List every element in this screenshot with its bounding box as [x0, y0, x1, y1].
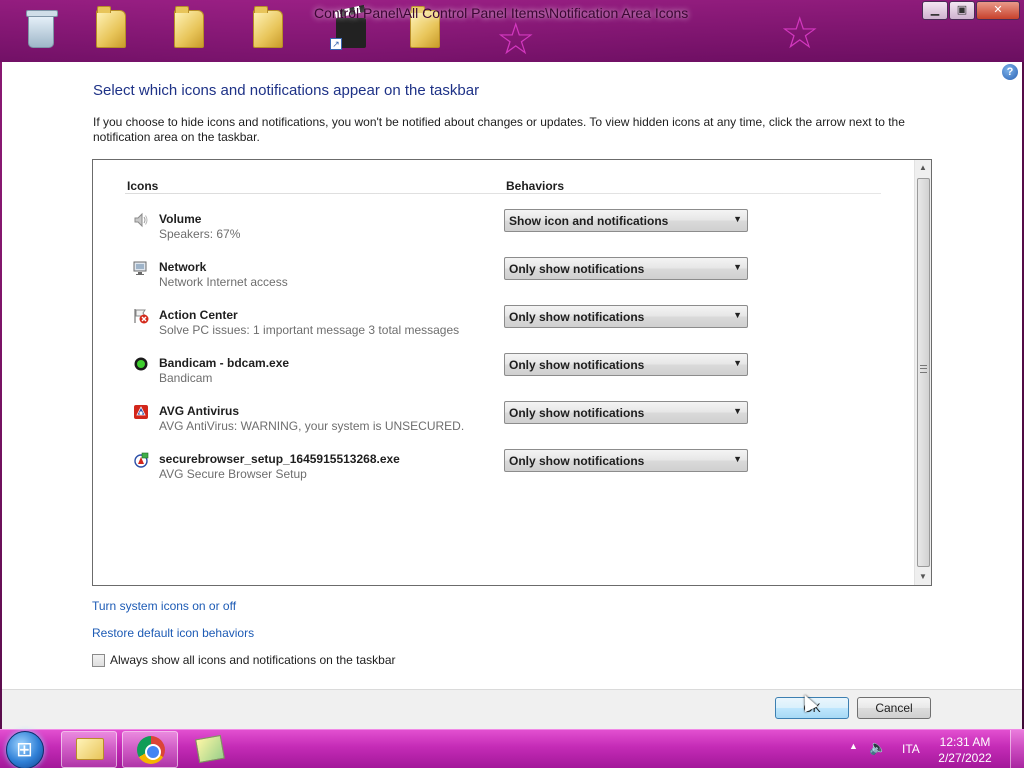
star-decoration: ☆	[780, 9, 820, 58]
behavior-dropdown-value: Only show notifications	[509, 358, 645, 372]
folder-icon[interactable]	[171, 6, 205, 52]
always-show-all-label: Always show all icons and notifications …	[110, 653, 396, 667]
list-item: Network Network Internet access Only sho…	[93, 257, 913, 304]
taskbar-chrome-button[interactable]	[122, 731, 178, 768]
folder-icon[interactable]	[93, 6, 127, 52]
column-header-icons: Icons	[127, 179, 159, 193]
header-divider	[125, 193, 881, 194]
row-description: Bandicam	[159, 371, 213, 385]
dialog-button-bar: OK Cancel	[2, 689, 1022, 729]
bandicam-record-icon	[133, 356, 149, 372]
row-description: Speakers: 67%	[159, 227, 241, 241]
row-description: AVG Secure Browser Setup	[159, 467, 307, 481]
intro-description: If you choose to hide icons and notifica…	[93, 115, 905, 144]
row-name: securebrowser_setup_1645915513268.exe	[159, 452, 400, 466]
behavior-dropdown-value: Show icon and notifications	[509, 214, 669, 228]
behavior-dropdown-value: Only show notifications	[509, 262, 645, 276]
star-decoration: ☆	[496, 15, 536, 64]
behavior-dropdown[interactable]: Only show notifications ▼	[504, 353, 748, 376]
list-item: Bandicam - bdcam.exe Bandicam Only show …	[93, 353, 913, 400]
behavior-dropdown-value: Only show notifications	[509, 406, 645, 420]
list-item: Volume Speakers: 67% Show icon and notif…	[93, 209, 913, 256]
behavior-dropdown[interactable]: Only show notifications ▼	[504, 401, 748, 424]
shortcut-arrow-icon: ↗	[330, 38, 342, 50]
clock-date: 2/27/2022	[938, 751, 992, 765]
list-item: securebrowser_setup_1645915513268.exe AV…	[93, 449, 913, 496]
volume-tray-icon[interactable]: 🔈	[869, 739, 886, 756]
icons-behaviors-list: Icons Behaviors Volume Speakers: 67% Sho…	[92, 159, 932, 586]
show-desktop-button[interactable]	[1010, 730, 1024, 768]
window-title: Control Panel\All Control Panel Items\No…	[314, 5, 689, 21]
row-name: AVG Antivirus	[159, 404, 240, 418]
recycle-bin-icon[interactable]	[22, 6, 58, 52]
behavior-dropdown[interactable]: Only show notifications ▼	[504, 257, 748, 280]
scroll-grip-icon	[920, 365, 927, 373]
sticky-notes-icon	[195, 734, 225, 764]
list-scrollbar[interactable]: ▲ ▼	[914, 160, 931, 585]
taskbar-sticky-notes-button[interactable]	[183, 731, 239, 768]
dropdown-arrow-icon: ▼	[733, 262, 742, 272]
row-name: Volume	[159, 212, 202, 226]
folder-icon[interactable]	[250, 6, 284, 52]
behavior-dropdown-value: Only show notifications	[509, 310, 645, 324]
scroll-down-arrow-icon[interactable]: ▼	[915, 569, 931, 585]
row-name: Network	[159, 260, 207, 274]
windows-explorer-icon	[76, 738, 104, 760]
behavior-dropdown[interactable]: Only show notifications ▼	[504, 449, 748, 472]
dropdown-arrow-icon: ▼	[733, 454, 742, 464]
start-button[interactable]	[6, 731, 44, 768]
always-show-all-option[interactable]: Always show all icons and notifications …	[92, 653, 396, 667]
action-center-flag-icon	[133, 308, 149, 324]
behavior-dropdown[interactable]: Show icon and notifications ▼	[504, 209, 748, 232]
maximize-button[interactable]: ▣	[949, 1, 975, 20]
window-titlebar[interactable]: ☆ ☆ ↗ Control Panel\All Control Panel It…	[0, 0, 1024, 62]
row-name: Bandicam - bdcam.exe	[159, 356, 290, 370]
cancel-button[interactable]: Cancel	[857, 697, 931, 719]
scroll-thumb[interactable]	[917, 178, 930, 567]
help-icon[interactable]: ?	[1002, 64, 1018, 80]
scroll-up-arrow-icon[interactable]: ▲	[915, 160, 931, 176]
speaker-icon	[133, 212, 149, 228]
turn-system-icons-link[interactable]: Turn system icons on or off	[92, 599, 236, 613]
always-show-all-checkbox[interactable]	[92, 653, 105, 667]
dropdown-arrow-icon: ▼	[733, 406, 742, 416]
row-description: Solve PC issues: 1 important message 3 t…	[159, 323, 460, 337]
column-header-behaviors: Behaviors	[506, 179, 565, 193]
taskbar: ▲ 🔈 ITA 12:31 AM 2/27/2022	[0, 729, 1024, 768]
network-icon	[133, 260, 149, 276]
dropdown-arrow-icon: ▼	[733, 214, 742, 224]
list-item: Action Center Solve PC issues: 1 importa…	[93, 305, 913, 352]
restore-default-behaviors-link[interactable]: Restore default icon behaviors	[92, 626, 254, 640]
avg-secure-browser-icon	[133, 452, 149, 468]
minimize-button[interactable]: ▁	[922, 1, 948, 20]
row-description: Network Internet access	[159, 275, 288, 289]
row-name: Action Center	[159, 308, 238, 322]
show-hidden-icons-arrow-icon[interactable]: ▲	[849, 741, 858, 751]
behavior-dropdown-value: Only show notifications	[509, 454, 645, 468]
clock-time: 12:31 AM	[939, 735, 991, 749]
chrome-icon	[137, 736, 165, 764]
clock[interactable]: 12:31 AM 2/27/2022	[930, 734, 1000, 766]
dropdown-arrow-icon: ▼	[733, 310, 742, 320]
window-controls: ▁ ▣ ✕	[922, 1, 1020, 20]
avg-antivirus-icon	[133, 404, 149, 420]
input-language-indicator[interactable]: ITA	[902, 742, 920, 756]
list-item: AVG Antivirus AVG AntiVirus: WARNING, yo…	[93, 401, 913, 448]
taskbar-explorer-button[interactable]	[61, 731, 117, 768]
page-title: Select which icons and notifications app…	[93, 82, 480, 99]
behavior-dropdown[interactable]: Only show notifications ▼	[504, 305, 748, 328]
row-description: AVG AntiVirus: WARNING, your system is U…	[159, 419, 465, 433]
dropdown-arrow-icon: ▼	[733, 358, 742, 368]
notification-area-icons-window: ? Select which icons and notifications a…	[2, 62, 1022, 689]
close-button[interactable]: ✕	[976, 1, 1020, 20]
